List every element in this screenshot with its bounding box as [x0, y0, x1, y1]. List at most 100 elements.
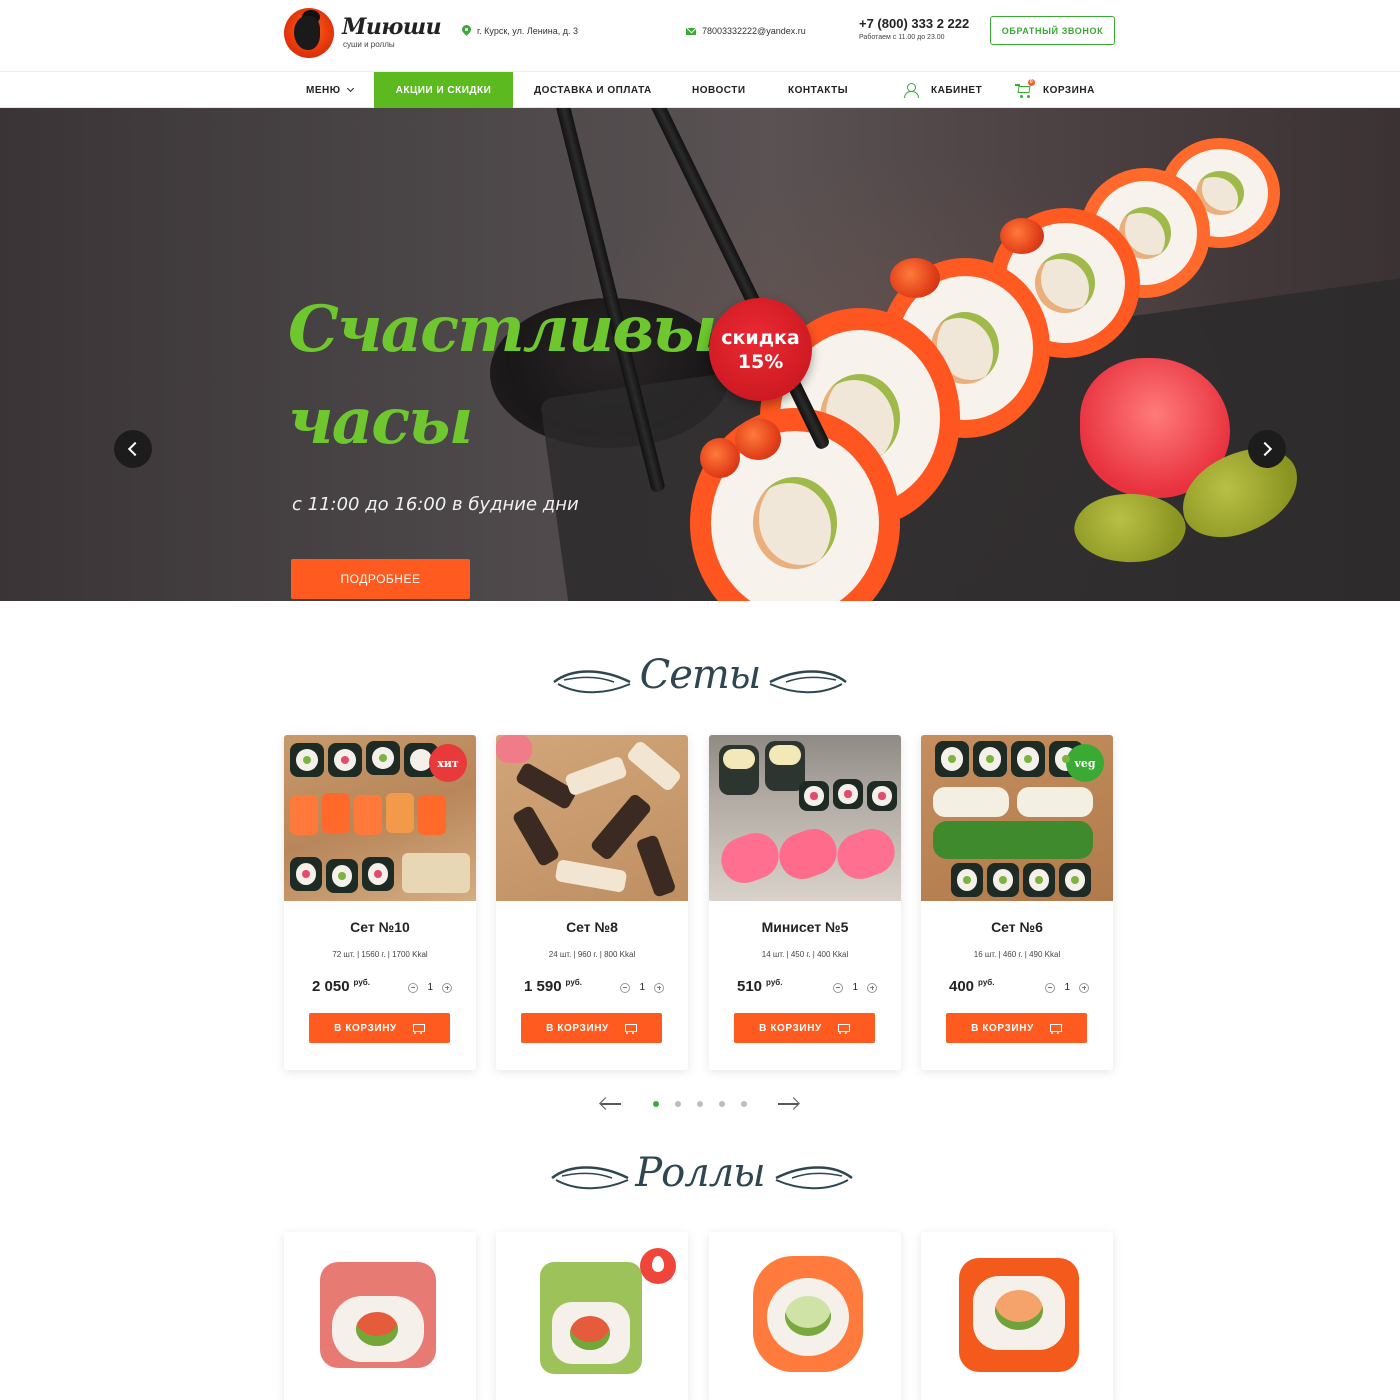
pager-dot[interactable] — [675, 1101, 681, 1107]
product-name[interactable]: Сет №10 — [284, 919, 476, 935]
minus-icon[interactable] — [833, 982, 844, 993]
product-meta: 14 шт. | 450 г. | 400 Kkal — [761, 950, 849, 959]
roll-card[interactable] — [496, 1232, 688, 1400]
add-to-cart-label: В КОРЗИНУ — [759, 1022, 822, 1034]
nav-cabinet-label: КАБИНЕТ — [931, 84, 983, 96]
nav-menu[interactable]: МЕНЮ — [306, 72, 354, 108]
hero-slider: Счастливые часы с 11:00 до 16:00 в будни… — [0, 108, 1400, 601]
product-card[interactable]: Сет №8 24 шт. | 960 г. | 800 Kkal 1 590 р… — [496, 735, 688, 1070]
section-title-sets: Сеты — [639, 652, 762, 698]
quantity-value: 1 — [639, 982, 645, 993]
pager-dot[interactable] — [697, 1101, 703, 1107]
product-card[interactable]: veg Сет №6 16 шт. | 460 г. | 490 Kkal 40… — [921, 735, 1113, 1070]
hero-title-line2: часы — [288, 384, 473, 459]
hero-more-button[interactable]: ПОДРОБНЕЕ — [291, 559, 470, 599]
quantity-value: 1 — [427, 982, 433, 993]
plus-icon[interactable] — [442, 982, 452, 993]
add-to-cart-button[interactable]: В КОРЗИНУ — [734, 1013, 875, 1043]
nav-menu-label: МЕНЮ — [306, 84, 341, 96]
plus-icon[interactable] — [1079, 982, 1089, 993]
hero-subtitle: с 11:00 до 16:00 в будние дни — [292, 494, 579, 515]
nav-cart-label: КОРЗИНА — [1043, 84, 1095, 96]
cart-icon: 0 — [1015, 79, 1035, 98]
pager-dot-active[interactable] — [653, 1101, 659, 1107]
phone-number[interactable]: +7 (800) 333 2 222 — [859, 16, 969, 31]
quantity-stepper: 1 — [1045, 982, 1089, 993]
roll-image[interactable] — [320, 1262, 436, 1368]
product-image[interactable] — [709, 735, 901, 901]
map-pin-icon — [462, 25, 471, 36]
product-meta: 24 шт. | 960 г. | 800 Kkal — [548, 950, 636, 959]
product-price: 2 050 руб. — [312, 978, 370, 995]
pager-dot[interactable] — [719, 1101, 725, 1107]
slider-next-button[interactable] — [1248, 430, 1286, 468]
minus-icon[interactable] — [620, 982, 631, 993]
nav-delivery[interactable]: ДОСТАВКА И ОПЛАТА — [534, 72, 652, 108]
quantity-stepper: 1 — [620, 982, 664, 993]
product-image[interactable]: хит — [284, 735, 476, 901]
product-card[interactable]: хит Сет №10 72 шт. | 1560 г. | 1700 Kkal… — [284, 735, 476, 1070]
product-name[interactable]: Сет №8 — [496, 919, 688, 935]
plus-icon[interactable] — [654, 982, 664, 993]
veg-badge: veg — [1066, 744, 1104, 782]
main-nav: МЕНЮ АКЦИИ И СКИДКИ ДОСТАВКА И ОПЛАТА НО… — [0, 72, 1400, 108]
pager-dot[interactable] — [741, 1101, 747, 1107]
add-to-cart-label: В КОРЗИНУ — [546, 1022, 609, 1034]
quantity-stepper: 1 — [408, 982, 452, 993]
email[interactable]: 78003332222@yandex.ru — [686, 26, 806, 36]
top-header: Миюши суши и роллы г. Курск, ул. Ленина,… — [0, 0, 1400, 72]
callback-button[interactable]: ОБРАТНЫЙ ЗВОНОК — [990, 16, 1115, 45]
cart-icon — [411, 1022, 425, 1034]
nav-news[interactable]: НОВОСТИ — [692, 72, 746, 108]
product-price: 400 руб. — [949, 978, 995, 995]
minus-icon[interactable] — [1045, 982, 1056, 993]
slider-prev-button[interactable] — [114, 430, 152, 468]
address: г. Курск, ул. Ленина, д. 3 — [462, 25, 578, 36]
roll-image[interactable] — [540, 1262, 642, 1374]
quantity-stepper: 1 — [833, 982, 877, 993]
discount-badge: скидка 15% — [709, 298, 812, 401]
product-image[interactable]: veg — [921, 735, 1113, 901]
discount-value: 15% — [737, 350, 784, 373]
product-name[interactable]: Сет №6 — [921, 919, 1113, 935]
minus-icon[interactable] — [408, 982, 419, 993]
nav-contacts[interactable]: КОНТАКТЫ — [788, 72, 848, 108]
chevron-down-icon — [346, 84, 354, 93]
add-to-cart-button[interactable]: В КОРЗИНУ — [946, 1013, 1087, 1043]
brand-tagline: суши и роллы — [343, 40, 395, 49]
hit-badge: хит — [429, 744, 467, 782]
title-ornament-right — [769, 670, 847, 694]
cart-icon — [836, 1022, 850, 1034]
cart-icon — [623, 1022, 637, 1034]
product-image[interactable] — [496, 735, 688, 901]
roll-card[interactable] — [921, 1232, 1113, 1400]
cart-count-badge: 0 — [1028, 79, 1035, 86]
roll-image[interactable] — [753, 1256, 863, 1372]
roll-card[interactable] — [284, 1232, 476, 1400]
hero-title: Счастливые часы — [288, 284, 756, 468]
nav-cart[interactable]: 0 КОРЗИНА — [1015, 72, 1095, 108]
brand-name[interactable]: Миюши — [342, 14, 442, 40]
add-to-cart-label: В КОРЗИНУ — [334, 1022, 397, 1034]
plus-icon[interactable] — [867, 982, 877, 993]
discount-label: скидка — [721, 326, 800, 349]
add-to-cart-button[interactable]: В КОРЗИНУ — [309, 1013, 450, 1043]
product-card[interactable]: Минисет №5 14 шт. | 450 г. | 400 Kkal 51… — [709, 735, 901, 1070]
product-meta: 16 шт. | 460 г. | 490 Kkal — [973, 950, 1061, 959]
roll-card[interactable] — [709, 1232, 901, 1400]
title-ornament-right — [775, 1166, 853, 1190]
nav-promo[interactable]: АКЦИИ И СКИДКИ — [374, 72, 513, 108]
add-to-cart-button[interactable]: В КОРЗИНУ — [521, 1013, 662, 1043]
mail-icon — [686, 27, 696, 35]
arrow-right-icon[interactable] — [778, 1096, 798, 1112]
roll-image[interactable] — [959, 1258, 1079, 1372]
product-name[interactable]: Минисет №5 — [709, 919, 901, 935]
email-text[interactable]: 78003332222@yandex.ru — [702, 26, 806, 36]
nav-cabinet[interactable]: КАБИНЕТ — [903, 72, 982, 108]
logo-silhouette — [294, 16, 320, 50]
arrow-left-icon[interactable] — [601, 1096, 621, 1112]
working-hours: Работаем с 11.00 до 23.00 — [859, 34, 945, 41]
logo[interactable] — [284, 8, 334, 58]
cart-icon — [1048, 1022, 1062, 1034]
quantity-value: 1 — [1064, 982, 1070, 993]
